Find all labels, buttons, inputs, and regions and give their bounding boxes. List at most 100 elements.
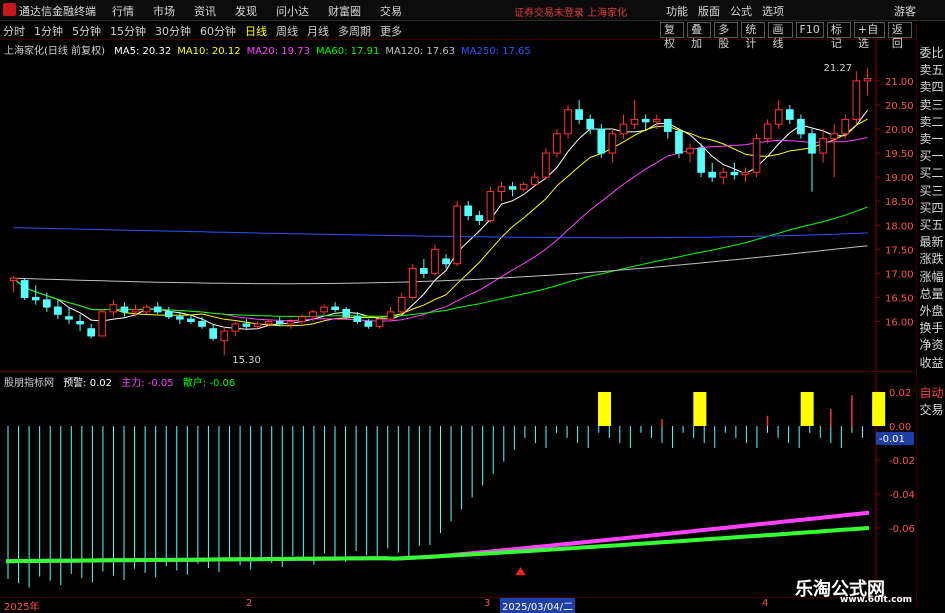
candle-body <box>209 328 217 339</box>
candle-body <box>630 118 639 125</box>
menu-item[interactable]: 行情 <box>112 3 134 19</box>
candle-body <box>131 308 140 313</box>
tool-button[interactable]: 叠加 <box>687 22 712 50</box>
quote-field-label[interactable]: 卖五 <box>917 62 945 78</box>
period-tab[interactable]: 日线 <box>245 23 267 39</box>
quote-field-label[interactable]: 收益 <box>917 355 945 371</box>
tool-button[interactable]: 画线 <box>768 22 793 50</box>
candle-body <box>320 306 328 313</box>
quote-field-label[interactable]: 涨跌 <box>917 251 945 267</box>
tool-button[interactable]: 返回 <box>887 22 912 50</box>
period-tab[interactable]: 分时 <box>3 23 25 39</box>
candle-body <box>841 118 850 135</box>
buy-signal-marker <box>515 567 526 576</box>
quote-field-label[interactable]: 买三 <box>917 183 945 199</box>
candle-body <box>164 311 173 318</box>
formula-menu[interactable]: 公式 <box>730 3 752 19</box>
candle-body <box>120 306 129 313</box>
menu-item[interactable]: 发现 <box>235 3 257 19</box>
trade-button[interactable]: 交易 <box>917 402 945 418</box>
period-tab[interactable]: 30分钟 <box>155 23 191 39</box>
title-bar: 通达信金融终端 行情 市场 资讯 发现 问小达 财富圈 交易 证券交易未登录 上… <box>0 0 945 21</box>
menu-item[interactable]: 交易 <box>380 3 402 19</box>
candle-body <box>553 133 561 154</box>
quote-field-label[interactable]: 卖二 <box>917 114 945 130</box>
menu-item[interactable]: 市场 <box>153 3 175 19</box>
quote-field-label[interactable]: 买五 <box>917 217 945 233</box>
tool-button[interactable]: 统计 <box>741 22 766 50</box>
period-tab[interactable]: 更多 <box>380 23 402 39</box>
period-tab[interactable]: 5分钟 <box>72 23 101 39</box>
quote-field-label[interactable]: 卖四 <box>917 79 945 95</box>
candle-body <box>364 321 373 327</box>
candle-body <box>508 186 517 190</box>
user-label[interactable]: 游客 <box>894 3 916 19</box>
candle-body <box>153 306 162 313</box>
quote-field-label[interactable]: 卖一 <box>917 131 945 147</box>
menu-item[interactable]: 问小达 <box>276 3 309 19</box>
options-menu[interactable]: 选项 <box>762 3 784 19</box>
ma-legend: 上海家化(日线 前复权) MA5: 20.32 MA10: 20.12 MA20: … <box>4 42 537 57</box>
candle-body <box>597 128 606 154</box>
candle-body <box>641 118 650 123</box>
period-tab[interactable]: 60分钟 <box>200 23 236 39</box>
quote-field-label[interactable]: 买四 <box>917 200 945 216</box>
quote-field-label[interactable]: 卖三 <box>917 97 945 113</box>
ma20-line <box>13 137 868 322</box>
price-tick-label: 20.50 <box>885 101 914 112</box>
app-title: 通达信金融终端 <box>19 5 96 18</box>
quote-field-label[interactable]: 换手 <box>917 320 945 336</box>
quote-field-label[interactable]: 买一 <box>917 148 945 164</box>
quote-field-label[interactable]: 委比 <box>917 45 945 61</box>
price-tick-label: 21.00 <box>885 77 914 88</box>
candle-body <box>708 171 717 178</box>
candle-body <box>442 258 450 265</box>
quote-field-label[interactable]: 涨幅 <box>917 269 945 285</box>
period-tab[interactable]: 多周期 <box>338 23 371 39</box>
signal-block <box>598 392 612 426</box>
indicator-name: 股朋指标网 <box>4 378 54 389</box>
period-tab[interactable]: 15分钟 <box>110 23 146 39</box>
auto-button[interactable]: 自动 <box>917 385 945 401</box>
candle-body <box>286 321 295 325</box>
menu-item[interactable]: 资讯 <box>194 3 216 19</box>
menu-item[interactable]: 财富圈 <box>328 3 361 19</box>
tool-button[interactable]: F10 <box>795 22 824 38</box>
indicator-retail: 散户: -0.06 <box>182 378 236 389</box>
tool-button[interactable]: 复权 <box>660 22 685 50</box>
candle-body <box>519 183 528 190</box>
price-tick-label: 16.50 <box>885 293 914 304</box>
tool-button[interactable]: 标记 <box>826 22 851 50</box>
ma120-line <box>13 245 868 285</box>
quote-field-label[interactable]: 最新 <box>917 234 945 250</box>
indicator-main: 主力: -0.05 <box>121 378 174 389</box>
candle-body <box>342 308 351 318</box>
candle-body <box>774 109 783 125</box>
indicator-chart[interactable]: 0.02 0.00 -0.02 -0.04 -0.06 -0.01 <box>0 371 915 599</box>
candle-body <box>797 118 805 135</box>
login-notice[interactable]: 证券交易未登录 上海家化 <box>514 4 627 19</box>
candle-body <box>664 118 672 132</box>
candle-body <box>863 77 872 82</box>
candle-body <box>42 299 51 308</box>
candle-body <box>686 147 694 154</box>
indicator-tick-label: 0.02 <box>889 388 911 399</box>
layout-menu[interactable]: 版面 <box>698 3 720 19</box>
quote-field-label[interactable]: 外盘 <box>917 303 945 319</box>
period-tab[interactable]: 月线 <box>307 23 329 39</box>
tool-button[interactable]: +自选 <box>853 22 885 50</box>
quote-field-label[interactable]: 总量 <box>917 286 945 302</box>
period-tab[interactable]: 1分钟 <box>34 23 63 39</box>
candle-body <box>542 152 550 178</box>
function-menu[interactable]: 功能 <box>666 3 688 19</box>
candlestick-chart[interactable]: 21.00 20.50 20.00 19.50 19.00 18.50 18.00 17.50… <box>0 40 915 370</box>
high-price-annotation: 21.27 <box>823 63 852 74</box>
quote-field-label[interactable]: 买二 <box>917 165 945 181</box>
candle-body <box>497 186 506 193</box>
cursor-date: 2025/03/04/二 <box>500 598 576 613</box>
date-label: 4 <box>762 598 769 609</box>
tool-button[interactable]: 多股 <box>714 22 739 50</box>
candle-body <box>142 306 151 313</box>
quote-field-label[interactable]: 净资 <box>917 337 945 353</box>
period-tab[interactable]: 周线 <box>276 23 298 39</box>
